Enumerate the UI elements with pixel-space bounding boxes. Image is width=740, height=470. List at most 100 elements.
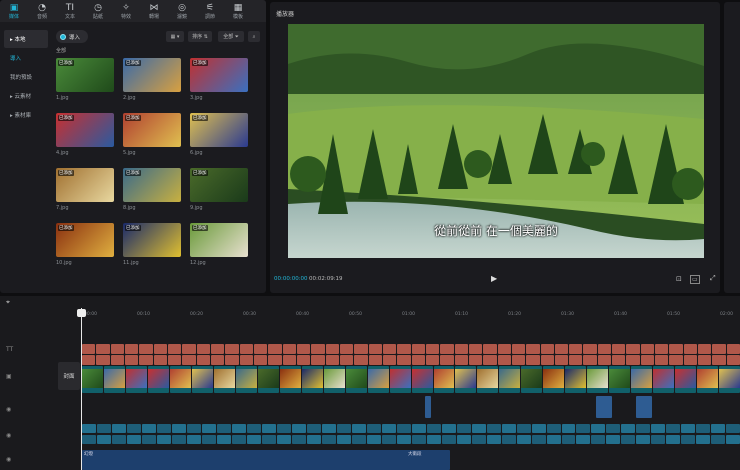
text-clip[interactable] (282, 344, 296, 354)
text-clip[interactable] (210, 355, 225, 365)
text-clip[interactable] (167, 355, 182, 365)
text-clip[interactable] (153, 344, 167, 354)
video-clip[interactable] (411, 366, 433, 393)
video-clip[interactable] (103, 366, 125, 393)
audio-clip[interactable] (231, 424, 246, 433)
audio-clip[interactable] (591, 424, 606, 433)
text-clip[interactable] (82, 344, 96, 354)
media-thumbnail[interactable]: 已添加 (56, 113, 114, 147)
audio-clip[interactable] (651, 424, 666, 433)
audio-clip[interactable] (561, 435, 576, 444)
audio-clip[interactable] (471, 435, 486, 444)
sfx-clip[interactable] (596, 396, 612, 418)
tab-1[interactable]: ◔ 音頻 (28, 0, 56, 22)
text-clip[interactable] (411, 344, 425, 354)
audio-clip[interactable] (516, 424, 531, 433)
audio-clip[interactable] (486, 435, 501, 444)
audio-clip[interactable] (306, 424, 321, 433)
audio-clip[interactable] (186, 424, 201, 433)
video-clip[interactable] (565, 366, 587, 393)
audio-clip[interactable] (366, 435, 381, 444)
audio-clip[interactable] (666, 435, 681, 444)
text-clip[interactable] (296, 355, 311, 365)
text-clip[interactable] (726, 355, 740, 365)
audio-clip[interactable] (171, 435, 186, 444)
audio-clip[interactable] (471, 424, 486, 433)
text-clip[interactable] (82, 355, 96, 365)
tab-4[interactable]: ✧ 特效 (112, 0, 140, 22)
tab-6[interactable]: ◎ 濾鏡 (168, 0, 196, 22)
audio-clip[interactable] (201, 424, 216, 433)
video-clip[interactable] (389, 366, 411, 393)
text-clip[interactable] (368, 344, 382, 354)
video-clip[interactable] (147, 366, 169, 393)
video-clip[interactable] (279, 366, 301, 393)
media-thumbnail[interactable]: 已添加 (190, 223, 248, 257)
audio-clip[interactable] (261, 435, 276, 444)
audio-clip[interactable] (261, 424, 276, 433)
text-clip[interactable] (425, 344, 440, 354)
audio-clip[interactable] (426, 435, 441, 444)
audio-clip[interactable] (276, 435, 291, 444)
audio-clip[interactable] (141, 424, 156, 433)
audio-clip[interactable] (381, 424, 396, 433)
text-clip[interactable] (497, 355, 511, 365)
audio-clip[interactable] (636, 424, 651, 433)
text-clip[interactable] (597, 344, 612, 354)
audio-clip[interactable] (681, 424, 696, 433)
tab-2[interactable]: TI 文本 (56, 0, 84, 22)
sidebar-item-3[interactable]: ▸ 云素材 (4, 87, 48, 105)
audio-clip[interactable] (726, 424, 740, 433)
audio-clip[interactable] (696, 435, 711, 444)
text-clip[interactable] (268, 355, 282, 365)
text-clip[interactable] (354, 344, 368, 354)
text-clip[interactable] (640, 355, 655, 365)
audio-clip[interactable] (126, 424, 141, 433)
audio-clip[interactable] (411, 424, 426, 433)
text-clip[interactable] (569, 355, 583, 365)
text-clip[interactable] (626, 344, 640, 354)
text-clip[interactable] (454, 344, 468, 354)
sidebar-item-4[interactable]: ▸ 素材庫 (4, 106, 48, 124)
audio-clip[interactable] (681, 435, 696, 444)
audio-clip[interactable] (366, 424, 381, 433)
sidebar-item-0[interactable]: ▸ 本地 (4, 30, 48, 48)
video-clip[interactable] (455, 366, 477, 393)
text-clip[interactable] (225, 355, 239, 365)
media-thumbnail[interactable]: 已添加 (190, 58, 248, 92)
text-clip[interactable] (612, 355, 626, 365)
text-clip[interactable] (96, 355, 110, 365)
text-clip[interactable] (411, 355, 425, 365)
audio-clip[interactable] (96, 424, 111, 433)
import-button[interactable]: 導入 (56, 30, 88, 43)
audio-clip[interactable] (426, 424, 441, 433)
text-clip[interactable] (511, 355, 526, 365)
audio-clip[interactable] (696, 424, 711, 433)
text-clip[interactable] (325, 355, 339, 365)
audio-clip[interactable] (621, 424, 636, 433)
text-clip[interactable] (268, 344, 282, 354)
audio-clip[interactable] (186, 435, 201, 444)
text-clip[interactable] (339, 355, 354, 365)
sfx-clip[interactable] (425, 396, 431, 418)
audio-clip[interactable] (291, 435, 306, 444)
text-clip[interactable] (110, 355, 124, 365)
audio-clip[interactable] (82, 435, 96, 444)
tab-0[interactable]: ▣ 媒体 (0, 0, 28, 22)
audio-clip[interactable] (246, 435, 261, 444)
audio-clip[interactable] (726, 435, 740, 444)
audio-clip[interactable] (546, 435, 561, 444)
audio-clip[interactable] (621, 435, 636, 444)
audio-clip[interactable] (82, 424, 96, 433)
audio-clip[interactable] (291, 424, 306, 433)
audio-clip[interactable] (561, 424, 576, 433)
text-clip[interactable] (468, 344, 483, 354)
music-clip[interactable]: 幻燈 大衛段 (82, 450, 450, 470)
text-clip[interactable] (698, 344, 712, 354)
audio-clip[interactable] (141, 435, 156, 444)
sidebar-item-1[interactable]: 導入 (4, 49, 48, 67)
tab-7[interactable]: ⚟ 調節 (196, 0, 224, 22)
audio-clip[interactable] (711, 435, 726, 444)
audio-clip[interactable] (156, 424, 171, 433)
text-clip[interactable] (397, 344, 411, 354)
